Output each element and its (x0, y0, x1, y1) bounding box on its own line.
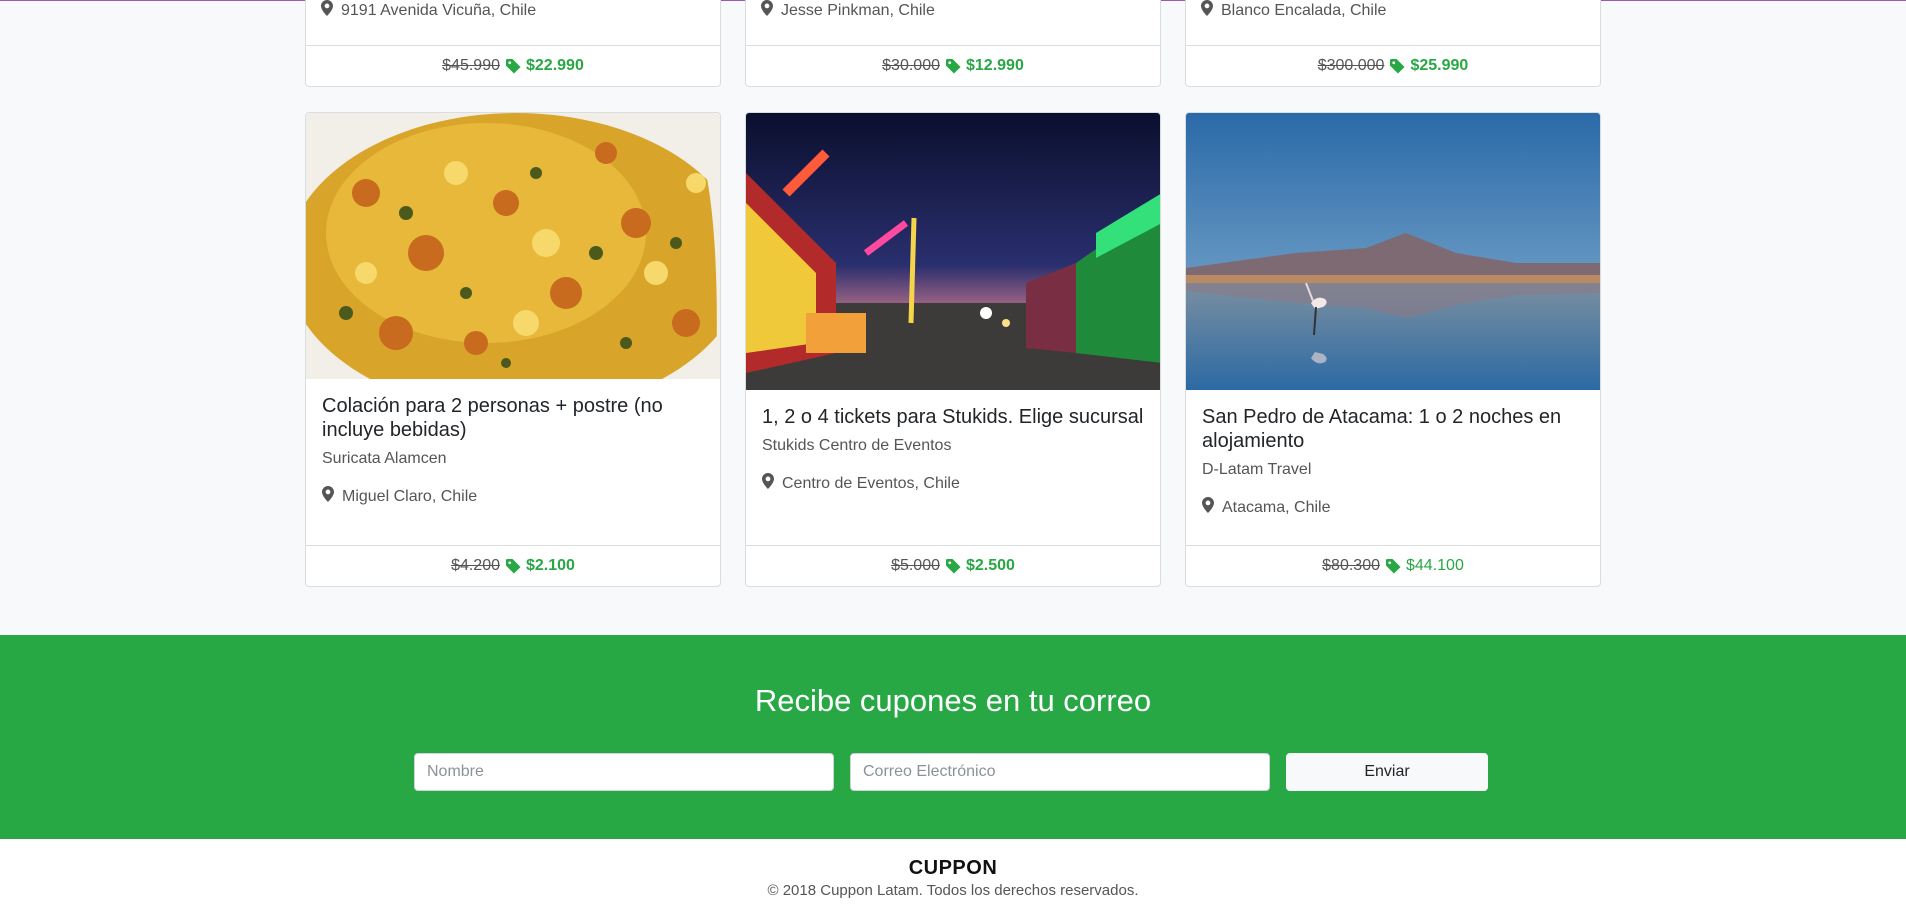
map-marker-icon (322, 486, 334, 507)
new-price: $22.990 (526, 57, 584, 74)
map-marker-icon (1202, 497, 1214, 518)
atacama-photo (1186, 113, 1600, 390)
tag-icon (1390, 58, 1405, 74)
old-price: $30.000 (882, 57, 940, 74)
card-location: Centro de Eventos, Chile (762, 473, 1144, 494)
card-price-footer: $45.990 $22.990 (306, 45, 720, 86)
old-price: $80.300 (1322, 557, 1380, 574)
old-price: $300.000 (1317, 57, 1385, 74)
newsletter-form: Enviar (414, 753, 1488, 791)
deal-card[interactable]: 1, 2 o 4 tickets para Stukids. Elige suc… (745, 112, 1161, 587)
tag-icon (1386, 558, 1401, 574)
deal-card[interactable]: Jesse Pinkman, Chile $30.000 $12.990 (745, 0, 1161, 87)
card-body: Colación para 2 personas + postre (no in… (306, 379, 720, 507)
new-price: $2.100 (526, 557, 575, 574)
card-location: Miguel Claro, Chile (322, 486, 704, 507)
map-marker-icon (321, 0, 333, 21)
old-price: $4.200 (451, 557, 500, 574)
card-location: Blanco Encalada, Chile (1201, 0, 1386, 21)
card-location-text: Atacama, Chile (1222, 498, 1331, 516)
tag-icon (506, 58, 521, 74)
newsletter-title: Recibe cupones en tu correo (754, 683, 1152, 718)
card-location-text: Jesse Pinkman, Chile (781, 1, 935, 19)
card-price-footer: $5.000 $2.500 (746, 545, 1160, 586)
card-body: 1, 2 o 4 tickets para Stukids. Elige suc… (746, 390, 1160, 494)
deal-card[interactable]: Blanco Encalada, Chile $300.000 $25.990 (1185, 0, 1601, 87)
new-price-group: $22.990 (506, 57, 584, 75)
food-photo (306, 113, 720, 379)
card-price-footer: $30.000 $12.990 (746, 45, 1160, 86)
tag-icon (506, 558, 521, 574)
new-price: $2.500 (966, 557, 1015, 574)
new-price-group: $2.500 (946, 557, 1015, 575)
tag-icon (946, 558, 961, 574)
new-price: $44.100 (1406, 557, 1464, 574)
card-location-text: Blanco Encalada, Chile (1221, 1, 1387, 19)
new-price-group: $44.100 (1386, 557, 1464, 575)
new-price: $25.990 (1410, 57, 1469, 74)
new-price-group: $12.990 (946, 57, 1024, 75)
card-location-text: 9191 Avenida Vicuña, Chile (341, 1, 537, 19)
card-price-footer: $4.200 $2.100 (306, 545, 720, 586)
send-button[interactable]: Enviar (1286, 753, 1488, 791)
card-title[interactable]: San Pedro de Atacama: 1 o 2 noches en al… (1202, 405, 1584, 453)
email-input[interactable] (850, 753, 1270, 791)
card-title[interactable]: Colación para 2 personas + postre (no in… (322, 394, 704, 442)
card-location-text: Centro de Eventos, Chile (782, 474, 960, 492)
old-price: $45.990 (442, 57, 500, 74)
card-location: 9191 Avenida Vicuña, Chile (321, 0, 536, 21)
map-marker-icon (762, 473, 774, 494)
new-price-group: $2.100 (506, 557, 575, 575)
deal-card[interactable]: Colación para 2 personas + postre (no in… (305, 112, 721, 587)
map-marker-icon (761, 0, 773, 21)
deal-card[interactable]: San Pedro de Atacama: 1 o 2 noches en al… (1185, 112, 1601, 587)
name-input[interactable] (414, 753, 834, 791)
deals-row-top: 9191 Avenida Vicuña, Chile $45.990 $22.9… (305, 0, 1601, 87)
map-marker-icon (1201, 0, 1213, 21)
new-price-group: $25.990 (1390, 57, 1468, 75)
card-price-footer: $300.000 $25.990 (1186, 45, 1600, 86)
fair-photo (746, 113, 1160, 390)
card-location-text: Miguel Claro, Chile (342, 487, 478, 505)
deal-image[interactable] (746, 113, 1160, 390)
newsletter-section: Recibe cupones en tu correo Enviar (0, 635, 1906, 839)
old-price: $5.000 (891, 557, 940, 574)
footer-brand: CUPPON (908, 857, 998, 879)
deal-card[interactable]: 9191 Avenida Vicuña, Chile $45.990 $22.9… (305, 0, 721, 87)
card-price-footer: $80.300 $44.100 (1186, 545, 1600, 586)
card-location: Jesse Pinkman, Chile (761, 0, 935, 21)
new-price: $12.990 (966, 57, 1024, 74)
deal-image[interactable] (306, 113, 720, 379)
deals-row: Colación para 2 personas + postre (no in… (305, 112, 1601, 587)
card-location: Atacama, Chile (1202, 497, 1584, 518)
card-body: San Pedro de Atacama: 1 o 2 noches en al… (1186, 390, 1600, 518)
card-merchant: Stukids Centro de Eventos (762, 437, 952, 454)
card-merchant: D-Latam Travel (1202, 461, 1312, 478)
footer-copyright: © 2018 Cuppon Latam. Todos los derechos … (767, 882, 1139, 899)
site-footer: CUPPON © 2018 Cuppon Latam. Todos los de… (0, 839, 1906, 919)
tag-icon (946, 58, 961, 74)
card-title[interactable]: 1, 2 o 4 tickets para Stukids. Elige suc… (762, 405, 1144, 429)
card-merchant: Suricata Alamcen (322, 450, 447, 467)
deal-image[interactable] (1186, 113, 1600, 390)
